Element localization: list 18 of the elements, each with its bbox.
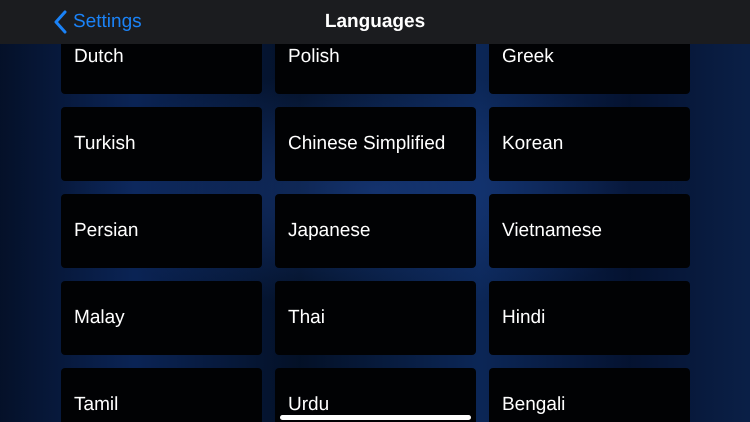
back-button[interactable]: Settings xyxy=(54,7,142,37)
language-tile[interactable]: Bengali xyxy=(489,368,690,422)
language-tile[interactable]: Hindi xyxy=(489,281,690,355)
chevron-left-icon xyxy=(54,10,67,34)
language-tile[interactable]: Persian xyxy=(61,194,262,268)
language-tile[interactable]: Thai xyxy=(275,281,476,355)
language-tile[interactable]: Turkish xyxy=(61,107,262,181)
language-tile[interactable]: Vietnamese xyxy=(489,194,690,268)
language-tile[interactable]: Tamil xyxy=(61,368,262,422)
language-tile[interactable]: Japanese xyxy=(275,194,476,268)
language-tile[interactable]: Urdu xyxy=(275,368,476,422)
language-tile[interactable]: Chinese Simplified xyxy=(275,107,476,181)
language-tile[interactable]: Malay xyxy=(61,281,262,355)
screen-title: Languages xyxy=(324,11,426,33)
language-tile[interactable]: Dutch xyxy=(61,44,262,94)
language-tile[interactable]: Greek xyxy=(489,44,690,94)
language-tile[interactable]: Korean xyxy=(489,107,690,181)
language-tile[interactable]: Polish xyxy=(275,44,476,94)
